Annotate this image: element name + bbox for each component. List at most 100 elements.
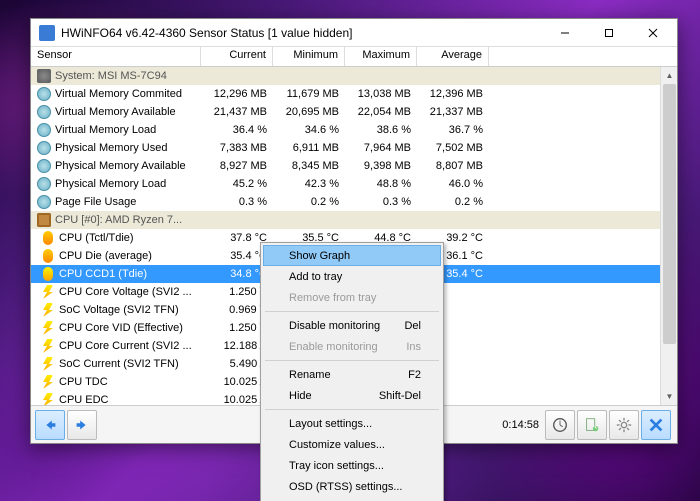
memory-icon [37,87,51,101]
sensor-label: CPU EDC [59,394,109,405]
context-menu[interactable]: Show Graph Add to tray Remove from tray Dis… [260,242,444,501]
memory-icon [37,177,51,191]
sensor-label: CPU Core Current (SVI2 ... [59,340,192,352]
lightning-icon [43,339,53,353]
menu-item-label: Layout settings... [289,418,372,430]
menu-shortcut: Ins [406,341,421,353]
sensor-row[interactable]: Virtual Memory Available21,437 MB20,695 … [31,103,677,121]
sensor-row[interactable]: Physical Memory Load45.2 %42.3 %48.8 %46… [31,175,677,193]
menu-item: Remove from tray [263,287,441,308]
sensor-label: CPU (Tctl/Tdie) [59,232,134,244]
nav-forward-button[interactable] [67,410,97,440]
value-avg: 21,337 MB [417,106,489,118]
lightning-icon [43,321,53,335]
menu-separator [265,360,439,361]
memory-icon [37,141,51,155]
sensor-label: Physical Memory Available [55,160,186,172]
maximize-button[interactable] [587,19,631,47]
sensor-row[interactable]: Virtual Memory Commited12,296 MB11,679 M… [31,85,677,103]
sensor-label: CPU Core VID (Effective) [59,322,183,334]
memory-icon [37,105,51,119]
sensor-row[interactable]: Page File Usage0.3 %0.2 %0.3 %0.2 % [31,193,677,211]
col-current[interactable]: Current [201,47,273,66]
value-min: 42.3 % [273,178,345,190]
sensor-row[interactable]: Physical Memory Used7,383 MB6,911 MB7,96… [31,139,677,157]
value-min: 8,345 MB [273,160,345,172]
menu-item-label: Add to tray [289,271,342,283]
menu-item[interactable]: Disable monitoringDel [263,315,441,336]
value-avg: 46.0 % [417,178,489,190]
value-max: 13,038 MB [345,88,417,100]
menu-item-label: Remove from tray [289,292,376,304]
lightning-icon [43,303,53,317]
value-min: 0.2 % [273,196,345,208]
sensor-label: Physical Memory Load [55,178,166,190]
scrollbar[interactable]: ▲ ▼ [660,67,677,405]
sensor-group-row[interactable]: CPU [#0]: AMD Ryzen 7... [31,211,677,229]
value-min: 6,911 MB [273,142,345,154]
sensor-label: System: MSI MS-7C94 [55,70,167,82]
menu-separator [265,409,439,410]
close-button[interactable] [631,19,675,47]
menu-item[interactable]: Tray icon settings... [263,455,441,476]
sensor-label: CPU CCD1 (Tdie) [59,268,147,280]
sensor-row[interactable]: Virtual Memory Load36.4 %34.6 %38.6 %36.… [31,121,677,139]
menu-separator [265,311,439,312]
menu-shortcut: Del [404,320,421,332]
sensor-label: Virtual Memory Available [55,106,176,118]
settings-button[interactable] [609,410,639,440]
scroll-down-button[interactable]: ▼ [661,388,677,405]
menu-item[interactable]: Layout settings... [263,413,441,434]
nav-back-button[interactable] [35,410,65,440]
clock-button[interactable] [545,410,575,440]
menu-item[interactable]: HideShift-Del [263,385,441,406]
menu-item-label: Show Graph [289,250,350,262]
value-max: 22,054 MB [345,106,417,118]
memory-icon [37,195,51,209]
value-max: 38.6 % [345,124,417,136]
value-avg: 36.7 % [417,124,489,136]
sensor-label: Physical Memory Used [55,142,167,154]
col-average[interactable]: Average [417,47,489,66]
value-avg: 0.2 % [417,196,489,208]
menu-item[interactable]: Show Graph [263,245,441,266]
column-headers[interactable]: Sensor Current Minimum Maximum Average [31,47,677,67]
menu-item[interactable]: Alert settings... [263,497,441,501]
sensor-label: CPU [#0]: AMD Ryzen 7... [55,214,182,226]
sensor-label: SoC Voltage (SVI2 TFN) [59,304,179,316]
sensor-label: Virtual Memory Load [55,124,156,136]
sensor-group-row[interactable]: System: MSI MS-7C94 [31,67,677,85]
value-cur: 0.3 % [201,196,273,208]
close-sensors-button[interactable] [641,410,671,440]
menu-item[interactable]: RenameF2 [263,364,441,385]
sensor-label: CPU Die (average) [59,250,152,262]
sensor-row[interactable]: Physical Memory Available 8,927 MB8,345 M… [31,157,677,175]
sensor-label: Virtual Memory Commited [55,88,182,100]
scroll-thumb[interactable] [663,84,676,344]
value-cur: 45.2 % [201,178,273,190]
menu-item-label: Tray icon settings... [289,460,384,472]
sensor-label: Page File Usage [55,196,136,208]
value-cur: 7,383 MB [201,142,273,154]
cpu-icon [37,213,51,227]
memory-icon [37,159,51,173]
minimize-button[interactable] [543,19,587,47]
titlebar[interactable]: HWiNFO64 v6.42-4360 Sensor Status [1 val… [31,19,677,47]
menu-item[interactable]: Customize values... [263,434,441,455]
menu-item[interactable]: Add to tray [263,266,441,287]
sensor-label: SoC Current (SVI2 TFN) [59,358,179,370]
window-title: HWiNFO64 v6.42-4360 Sensor Status [1 val… [61,26,543,40]
value-cur: 8,927 MB [201,160,273,172]
lightning-icon [43,357,53,371]
scroll-up-button[interactable]: ▲ [661,67,677,84]
value-cur: 12,296 MB [201,88,273,100]
sensor-label: CPU TDC [59,376,108,388]
col-minimum[interactable]: Minimum [273,47,345,66]
log-button[interactable] [577,410,607,440]
col-sensor[interactable]: Sensor [31,47,201,66]
thermometer-icon [43,249,53,263]
menu-item[interactable]: OSD (RTSS) settings... [263,476,441,497]
col-maximum[interactable]: Maximum [345,47,417,66]
value-avg: 7,502 MB [417,142,489,154]
lightning-icon [43,285,53,299]
